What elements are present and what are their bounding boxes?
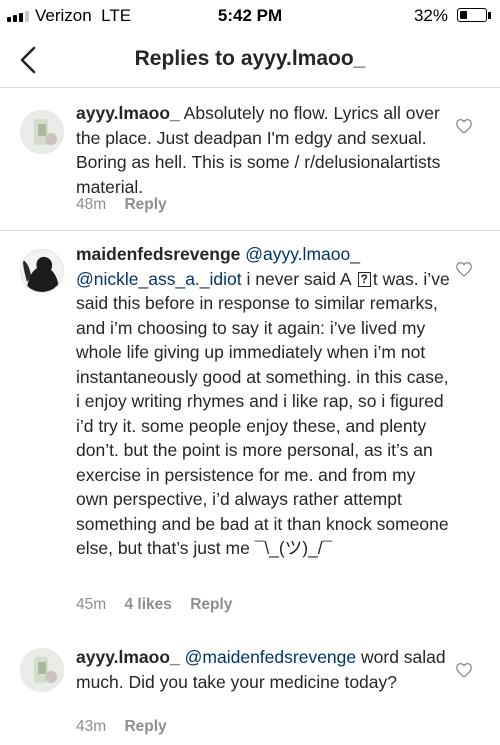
battery-icon <box>457 8 487 22</box>
comment-body: ayyy.lmaoo_ Absolutely no flow. Lyrics a… <box>76 101 452 199</box>
battery-percent: 32% <box>413 6 448 25</box>
comment-meta: 43m Reply <box>76 718 181 736</box>
avatar-image <box>21 111 63 153</box>
avatar[interactable] <box>20 249 64 293</box>
reply-button[interactable]: Reply <box>124 718 166 735</box>
divider <box>0 230 500 231</box>
comment-meta: 45m 4 likes Reply <box>76 596 246 614</box>
comment-timestamp: 45m <box>76 596 107 613</box>
comment-username[interactable]: ayyy.lmaoo_ <box>76 647 180 667</box>
comment-timestamp: 43m <box>76 718 107 735</box>
comment-username[interactable]: ayyy.lmaoo_ <box>76 103 180 123</box>
mention-link[interactable]: @ayyy.lmaoo_ <box>245 244 360 264</box>
heart-icon[interactable] <box>455 118 473 134</box>
heart-icon[interactable] <box>455 662 473 678</box>
mention-link[interactable]: @maidenfedsrevenge <box>185 647 356 667</box>
comment-username[interactable]: maidenfedsrevenge <box>76 244 240 264</box>
avatar-image <box>21 649 63 691</box>
comment-text: t was. i’ve said this before in response… <box>76 268 450 559</box>
comment-timestamp: 48m <box>76 196 107 213</box>
battery-tip <box>488 12 491 19</box>
comment-body: ayyy.lmaoo_ @maidenfedsrevenge word sala… <box>76 645 452 694</box>
comment-body: maidenfedsrevenge @ayyy.lmaoo_ @nickle_a… <box>76 242 452 561</box>
avatar[interactable] <box>20 648 64 692</box>
likes-count[interactable]: 4 likes <box>124 596 171 613</box>
reply-button[interactable]: Reply <box>190 596 232 613</box>
battery-fill <box>460 11 467 19</box>
status-bar: Verizon LTE 5:42 PM 32% <box>0 0 500 32</box>
comment-meta: 48m Reply <box>76 196 181 214</box>
header-bar: Replies to ayyy.lmaoo_ <box>0 32 500 88</box>
avatar[interactable] <box>20 110 64 154</box>
unknown-glyph: ? <box>357 271 371 287</box>
avatar-image <box>21 250 63 292</box>
comment-text-start: i never said A <box>246 268 351 289</box>
mention-link[interactable]: @nickle_ass_a._idiot <box>76 269 242 289</box>
page-title: Replies to ayyy.lmaoo_ <box>134 47 366 70</box>
heart-icon[interactable] <box>455 261 473 277</box>
reply-button[interactable]: Reply <box>124 196 166 213</box>
